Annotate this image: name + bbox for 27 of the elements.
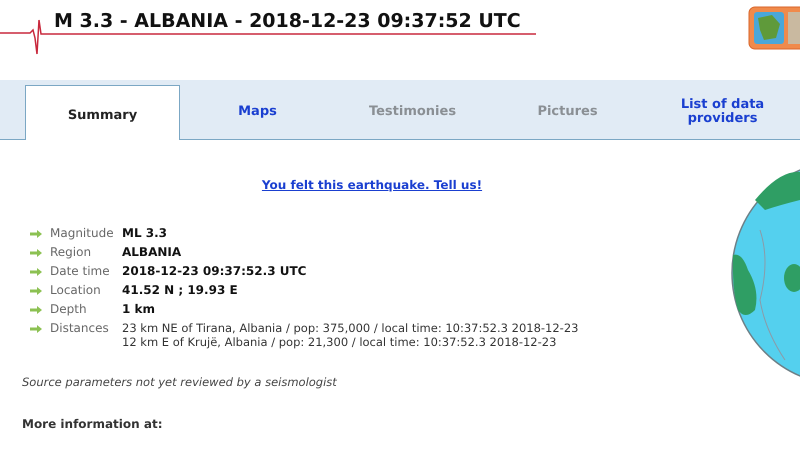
detail-value: 12 km E of Krujë, Albania / pop: 21,300 / local time: 10:37:52.3 2018-12-23: [122, 335, 558, 349]
felt-report-link[interactable]: You felt this earthquake. Tell us!: [262, 178, 482, 192]
tab[interactable]: Summary: [25, 85, 180, 140]
detail-label: Depth: [50, 302, 88, 317]
detail-label: Magnitude: [50, 226, 115, 241]
detail-label: Region: [50, 245, 92, 260]
tab[interactable]: Maps: [180, 85, 336, 139]
detail-value: 1 km: [122, 302, 156, 317]
tab[interactable]: List of data providers: [645, 85, 800, 139]
detail-label: Date time: [50, 264, 111, 279]
arrow-icon: [30, 230, 42, 238]
detail-label: Distances: [50, 321, 110, 336]
more-info-heading: More information at:: [22, 417, 164, 431]
arrow-icon: [30, 287, 42, 295]
detail-label: Location: [50, 283, 102, 298]
detail-value: 41.52 N ; 19.93 E: [122, 283, 238, 298]
arrow-icon: [30, 306, 42, 314]
detail-value: 23 km NE of Tirana, Albania / pop: 375,000 / local time: 10:37:52.3 2018-12-23: [122, 321, 578, 335]
arrow-icon: [30, 325, 42, 333]
arrow-icon: [30, 249, 42, 257]
detail-value: 2018-12-23 09:37:52.3 UTC: [122, 264, 306, 279]
review-note: Source parameters not yet reviewed by a seismologist: [22, 375, 338, 389]
map-thumbnail-icon[interactable]: [748, 6, 800, 50]
detail-value: ML 3.3: [122, 226, 168, 241]
arrow-icon: [30, 268, 42, 276]
page-title: M 3.3 - ALBANIA - 2018-12-23 09:37:52 UTC: [54, 10, 521, 32]
detail-value: ALBANIA: [122, 245, 182, 260]
